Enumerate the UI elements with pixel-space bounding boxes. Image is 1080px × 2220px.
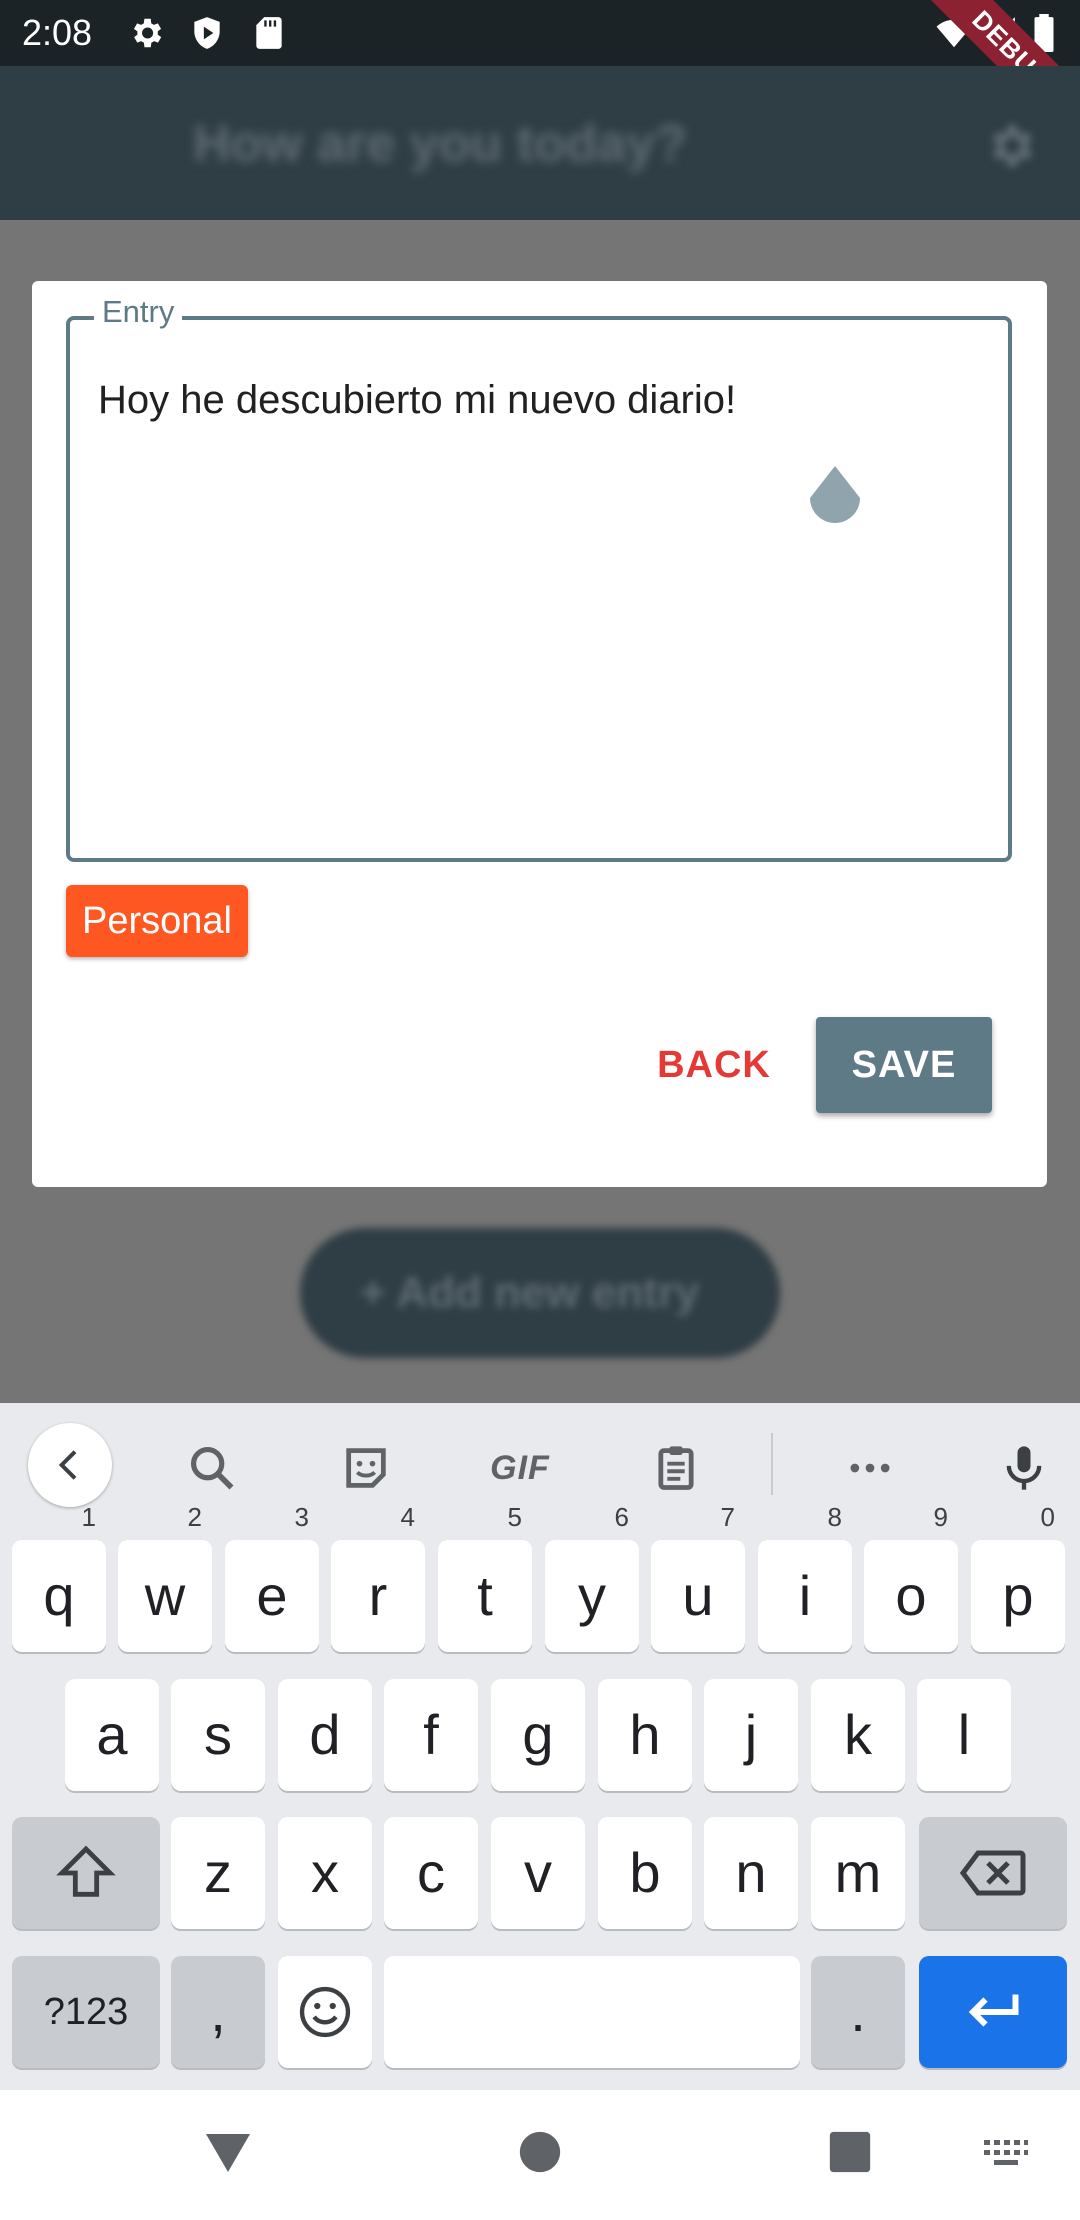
tag-chip-personal[interactable]: Personal bbox=[66, 885, 248, 957]
key-d[interactable]: d bbox=[278, 1679, 372, 1791]
search-icon bbox=[190, 1446, 234, 1490]
shield-icon bbox=[194, 17, 220, 49]
app-title: How are you today? bbox=[192, 115, 688, 173]
key-s[interactable]: s bbox=[171, 1679, 265, 1791]
key-w[interactable]: w2 bbox=[118, 1504, 212, 1652]
nav-back-button[interactable] bbox=[204, 2130, 252, 2174]
add-entry-button: + Add new entry bbox=[300, 1228, 780, 1358]
navigation-bar bbox=[0, 2090, 1080, 2220]
settings-icon bbox=[133, 18, 162, 48]
keyboard-search-button[interactable] bbox=[180, 1423, 244, 1513]
key-m[interactable]: m bbox=[811, 1817, 905, 1929]
entry-text[interactable]: Hoy he descubierto mi nuevo diario! bbox=[98, 378, 736, 423]
key-x[interactable]: x bbox=[278, 1817, 372, 1929]
entry-field-label: Entry bbox=[94, 294, 183, 330]
settings-icon bbox=[992, 125, 1033, 167]
sticker-icon bbox=[346, 1448, 386, 1488]
comma-key[interactable]: , bbox=[171, 1956, 265, 2068]
toolbar-divider bbox=[771, 1433, 773, 1495]
text-cursor-handle[interactable] bbox=[804, 464, 866, 526]
more-icon bbox=[850, 1463, 890, 1473]
entry-field[interactable]: Entry Hoy he descubierto mi nuevo diario… bbox=[66, 294, 1012, 862]
key-p[interactable]: p0 bbox=[971, 1504, 1065, 1652]
key-y[interactable]: y6 bbox=[545, 1504, 639, 1652]
key-o[interactable]: o9 bbox=[864, 1504, 958, 1652]
enter-key[interactable] bbox=[919, 1956, 1067, 2068]
key-k[interactable]: k bbox=[811, 1679, 905, 1791]
key-b[interactable]: b bbox=[598, 1817, 692, 1929]
sd-card-icon bbox=[256, 17, 282, 49]
status-bar: 2:08 DEBUG bbox=[0, 0, 1080, 158]
key-f[interactable]: f bbox=[384, 1679, 478, 1791]
shift-icon bbox=[56, 1845, 116, 1897]
key-r[interactable]: r4 bbox=[331, 1504, 425, 1652]
backspace-icon bbox=[959, 1850, 1026, 1896]
add-entry-label: + Add new entry bbox=[360, 1268, 700, 1317]
period-key[interactable]: . bbox=[811, 1956, 905, 2068]
emoji-icon bbox=[299, 1986, 351, 2038]
key-g[interactable]: g bbox=[491, 1679, 585, 1791]
key-t[interactable]: t5 bbox=[438, 1504, 532, 1652]
chevron-left-icon bbox=[58, 1450, 77, 1480]
key-i[interactable]: i8 bbox=[758, 1504, 852, 1652]
gif-label: GIF bbox=[490, 1448, 550, 1487]
key-a[interactable]: a bbox=[65, 1679, 159, 1791]
key-l[interactable]: l bbox=[917, 1679, 1011, 1791]
symbols-key[interactable]: ?123 bbox=[12, 1956, 160, 2068]
status-time: 2:08 bbox=[22, 12, 93, 53]
keyboard-gif-button[interactable]: GIF bbox=[480, 1423, 560, 1513]
keyboard-toolbar: GIF bbox=[0, 1403, 1080, 1533]
shift-key[interactable] bbox=[12, 1817, 160, 1929]
nav-home-button[interactable] bbox=[518, 2130, 562, 2174]
back-button[interactable]: BACK bbox=[634, 1017, 794, 1113]
key-h[interactable]: h bbox=[598, 1679, 692, 1791]
keyboard-more-button[interactable] bbox=[838, 1423, 902, 1513]
key-q[interactable]: q1 bbox=[12, 1504, 106, 1652]
space-key[interactable] bbox=[384, 1956, 800, 2068]
enter-icon bbox=[968, 1994, 1019, 2027]
key-u[interactable]: u7 bbox=[651, 1504, 745, 1652]
entry-dialog: Entry Hoy he descubierto mi nuevo diario… bbox=[32, 281, 1047, 1187]
clipboard-icon bbox=[658, 1446, 694, 1490]
mic-icon bbox=[1006, 1446, 1042, 1490]
save-button[interactable]: SAVE bbox=[816, 1017, 992, 1113]
nav-recents-button[interactable] bbox=[828, 2130, 872, 2174]
soft-keyboard: GIF q1 w2 e3 r4 t5 y6 u7 i8 o9 p0 a s d … bbox=[0, 1403, 1080, 2090]
keyboard-sticker-button[interactable] bbox=[334, 1423, 398, 1513]
backspace-key[interactable] bbox=[919, 1817, 1067, 1929]
key-z[interactable]: z bbox=[171, 1817, 265, 1929]
key-e[interactable]: e3 bbox=[225, 1504, 319, 1652]
key-v[interactable]: v bbox=[491, 1817, 585, 1929]
keyboard-switch-icon[interactable] bbox=[982, 2138, 1030, 2170]
keyboard-mic-button[interactable] bbox=[992, 1423, 1056, 1513]
key-c[interactable]: c bbox=[384, 1817, 478, 1929]
key-n[interactable]: n bbox=[704, 1817, 798, 1929]
app-bar: How are you today? bbox=[0, 66, 1080, 220]
keyboard-back-button[interactable] bbox=[28, 1423, 112, 1507]
emoji-key[interactable] bbox=[278, 1956, 372, 2068]
keyboard-clipboard-button[interactable] bbox=[644, 1423, 708, 1513]
key-j[interactable]: j bbox=[704, 1679, 798, 1791]
